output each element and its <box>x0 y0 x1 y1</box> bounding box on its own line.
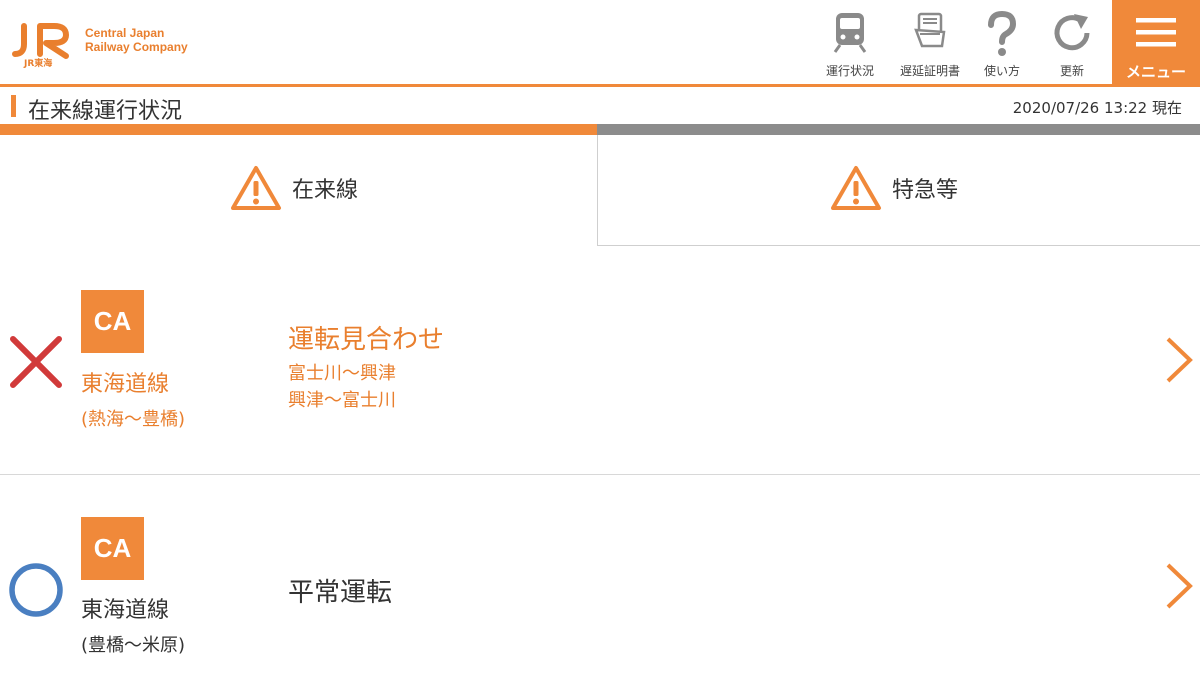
help-label: 使い方 <box>983 64 1020 78</box>
tab-conventional-lines-label: 在来線 <box>292 178 359 203</box>
title-accent-mark <box>11 95 16 117</box>
operation-status-button[interactable]: 運行状況 <box>814 8 886 80</box>
status-text: 運転見合わせ <box>288 325 445 355</box>
line-code-badge: CA <box>81 290 144 353</box>
update-timestamp: 2020/07/26 13:22 現在 <box>1012 99 1182 117</box>
chevron-right-icon <box>1166 563 1193 609</box>
logo-sub-label: JR東海 <box>24 59 53 69</box>
tab-indicator-active <box>0 124 597 135</box>
tab-limited-express-label: 特急等 <box>892 178 959 203</box>
line-range: (熱海〜豊橋) <box>81 409 186 430</box>
train-icon <box>833 13 867 53</box>
company-name-line2: Railway Company <box>85 40 188 54</box>
refresh-icon <box>1054 14 1090 51</box>
line-code-badge: CA <box>81 517 144 580</box>
refresh-label: 更新 <box>1059 64 1084 78</box>
line-status-row[interactable]: CA 東海道線 (熱海〜豊橋) 運転見合わせ 富士川〜興津 興津〜富士川 <box>0 247 1200 475</box>
help-icon <box>988 10 1017 56</box>
delay-certificate-button[interactable]: 遅延証明書 <box>894 8 966 80</box>
company-name-line1: Central Japan <box>85 26 165 40</box>
app-header: JR東海 Central Japan Railway Company 運行状況 … <box>0 0 1200 87</box>
warning-icon <box>231 166 281 210</box>
line-name: 東海道線 <box>81 372 170 397</box>
tab-limited-express[interactable]: 特急等 <box>597 135 1200 246</box>
line-range: (豊橋〜米原) <box>81 635 186 656</box>
status-text: 平常運転 <box>288 578 393 608</box>
hamburger-icon <box>1136 18 1176 47</box>
delay-certificate-label: 遅延証明書 <box>899 64 960 78</box>
line-name: 東海道線 <box>81 598 170 623</box>
refresh-button[interactable]: 更新 <box>1036 8 1108 80</box>
affected-section: 富士川〜興津 <box>288 363 396 384</box>
page-title-bar: 在来線運行状況 2020/07/26 13:22 現在 <box>0 90 1200 124</box>
operation-status-label: 運行状況 <box>825 64 874 78</box>
page-title: 在来線運行状況 <box>28 99 183 124</box>
tab-conventional-lines[interactable]: 在来線 <box>0 135 597 246</box>
certificate-icon <box>914 12 946 48</box>
warning-icon <box>831 166 881 210</box>
menu-button[interactable]: メニュー <box>1112 0 1200 87</box>
company-name: Central Japan Railway Company <box>85 26 188 54</box>
menu-label: メニュー <box>1125 63 1186 81</box>
chevron-right-icon <box>1166 337 1193 383</box>
line-status-row[interactable]: CA 東海道線 (豊橋〜米原) 平常運転 <box>0 476 1200 675</box>
help-button[interactable]: 使い方 <box>966 8 1038 80</box>
tab-indicator-inactive <box>597 124 1200 135</box>
circle-icon <box>9 563 63 617</box>
affected-section: 興津〜富士川 <box>288 390 396 411</box>
cross-icon <box>10 336 62 388</box>
